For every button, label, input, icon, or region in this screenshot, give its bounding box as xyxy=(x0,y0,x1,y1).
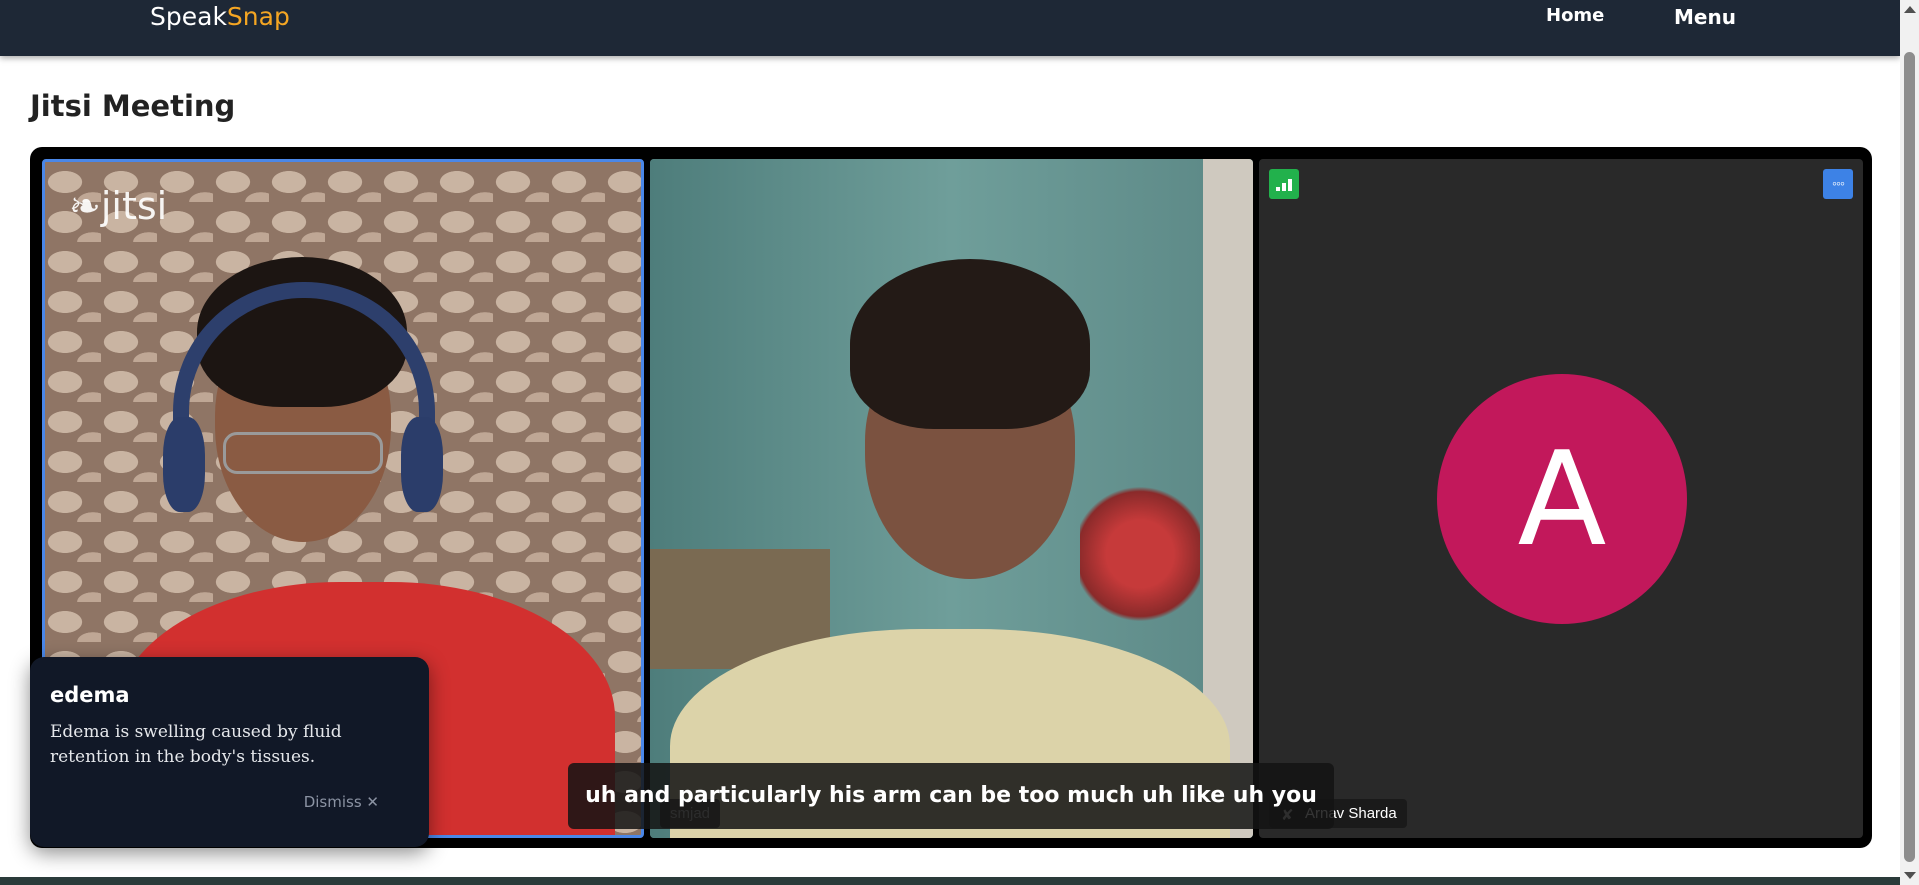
nav-menu-link[interactable]: Menu xyxy=(1674,5,1736,29)
nav-home-link[interactable]: Home xyxy=(1546,5,1604,26)
top-navbar: SpeakSnap Home Menu xyxy=(0,0,1900,56)
brand-name-part2: Snap xyxy=(226,2,290,31)
jitsi-logo-icon: ❧ xyxy=(69,184,101,228)
brand-name-part1: Speak xyxy=(150,2,227,31)
page-title: Jitsi Meeting xyxy=(30,89,236,123)
participant-tile-arnav-sharda[interactable]: ◦◦◦ A ✘ Arnav Sharda xyxy=(1259,159,1863,838)
page-scrollbar[interactable] xyxy=(1900,0,1919,885)
headphone-cup-right xyxy=(401,417,443,512)
headphone-cup-left xyxy=(163,417,205,512)
scroll-down-arrow-icon[interactable] xyxy=(1904,872,1916,879)
brand-logo[interactable]: SpeakSnap xyxy=(150,2,290,31)
live-caption: uh and particularly his arm can be too m… xyxy=(568,763,1334,874)
dismiss-button[interactable]: Dismiss ✕ xyxy=(304,793,379,811)
more-options-icon[interactable]: ◦◦◦ xyxy=(1823,169,1853,199)
glasses xyxy=(223,432,383,474)
jitsi-logo-text: jitsi xyxy=(100,184,168,228)
jitsi-watermark-logo: ❧jitsi xyxy=(69,184,167,228)
term-definition-popup: edema Edema is swelling caused by fluid … xyxy=(30,657,429,847)
bottom-edge xyxy=(0,877,1900,885)
scroll-up-arrow-icon[interactable] xyxy=(1904,6,1916,13)
close-icon: ✕ xyxy=(366,793,379,811)
popup-definition: Edema is swelling caused by fluid retent… xyxy=(50,722,342,767)
signal-bars-icon[interactable] xyxy=(1269,169,1299,199)
popup-term: edema xyxy=(50,683,130,707)
participant-tile-smjad[interactable]: smjad xyxy=(650,159,1253,838)
scrollbar-thumb[interactable] xyxy=(1904,52,1915,862)
avatar: A xyxy=(1437,374,1687,624)
flowers xyxy=(1080,479,1200,629)
participant-hair xyxy=(850,259,1090,429)
dismiss-label: Dismiss xyxy=(303,793,362,811)
